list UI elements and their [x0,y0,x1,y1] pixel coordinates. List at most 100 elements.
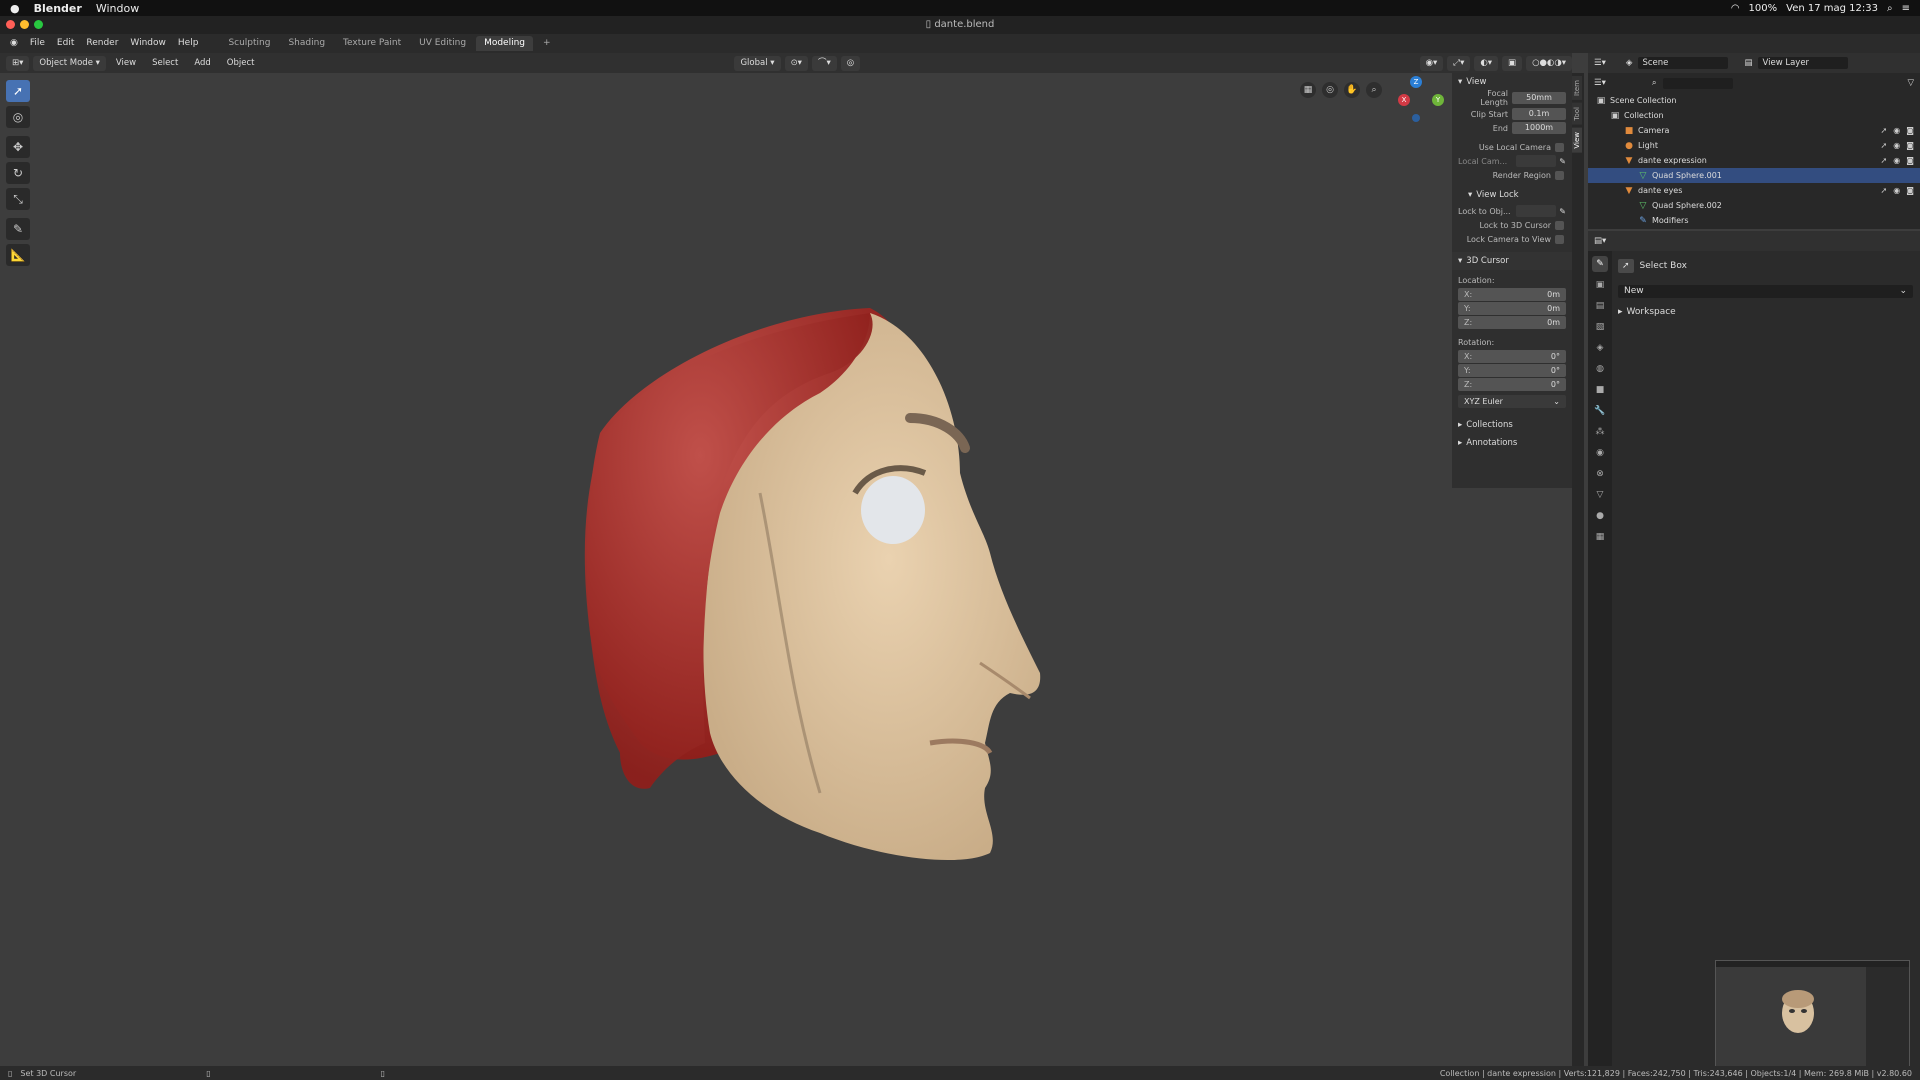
menu-help[interactable]: Help [172,34,205,53]
tab-texture-paint[interactable]: Texture Paint [335,36,409,51]
search-input[interactable] [1662,77,1733,89]
tab-view[interactable]: View [1572,127,1582,153]
gizmo-axis-y[interactable]: Y [1432,94,1444,106]
select-toggle-icon[interactable]: ➚ [1881,156,1888,165]
menu-render[interactable]: Render [80,34,124,53]
overlay-toggle-icon[interactable]: ◐▾ [1474,55,1499,71]
menu-file[interactable]: File [24,34,51,53]
select-toggle-icon[interactable]: ➚ [1881,186,1888,195]
world-tab-icon[interactable]: ◍ [1592,361,1608,377]
eyedropper-icon[interactable]: ✎ [1559,207,1566,216]
pivot-icon[interactable]: ⊙▾ [784,55,808,71]
proportional-edit-icon[interactable]: ◎ [840,55,861,71]
clock[interactable]: Ven 17 mag 12:33 [1786,3,1878,14]
zoom-window-button[interactable] [34,20,43,29]
workspace-section[interactable]: ▸ Workspace [1618,307,1676,317]
section-collections-header[interactable]: ▸ Collections [1452,416,1572,434]
object-tab-icon[interactable]: ■ [1592,382,1608,398]
camera-render-icon[interactable]: ◙ [1906,156,1914,165]
outliner-row[interactable]: ■ Camera ➚ ◉ ◙ [1588,123,1920,138]
focal-length-field[interactable]: 50mm [1512,92,1566,104]
camera-render-icon[interactable]: ◙ [1906,126,1914,135]
cursor-tool[interactable]: ◎ [6,106,30,128]
tab-modeling[interactable]: Modeling [476,36,534,51]
output-tab-icon[interactable]: ▤ [1592,298,1608,314]
close-window-button[interactable] [6,20,15,29]
toggle-camera-view-icon[interactable]: ▦ [1300,82,1316,98]
pan-hand-icon[interactable]: ✋ [1344,82,1360,98]
visibility-toggles[interactable]: ➚ ◉ ◙ [1881,186,1914,195]
outliner-row[interactable]: ▽ Quad Sphere.002 [1588,198,1920,213]
outliner-row[interactable]: ▼ dante eyes ➚ ◉ ◙ [1588,183,1920,198]
viewport-menu-add[interactable]: Add [188,58,216,68]
eye-icon[interactable]: ◉ [1893,126,1900,135]
editor-type-icon[interactable]: ▤▾ [1594,236,1606,246]
gizmo-axis-z[interactable]: Z [1410,76,1422,88]
orientation-dropdown[interactable]: Global ▾ [734,55,781,71]
clip-end-field[interactable]: 1000m [1512,122,1566,134]
eye-icon[interactable]: ◉ [1893,141,1900,150]
app-name[interactable]: Blender [34,2,82,15]
3d-viewport[interactable] [0,73,1452,1066]
eyedropper-icon[interactable]: ✎ [1559,157,1566,166]
snap-icon[interactable]: ⌒▾ [811,55,837,71]
xray-icon[interactable]: ▣ [1502,55,1523,71]
modifier-tab-icon[interactable]: 🔧 [1592,403,1608,419]
cursor-rotation-x[interactable]: X: 0° [1458,350,1566,363]
annotate-tool[interactable]: ✎ [6,218,30,240]
minimize-window-button[interactable] [20,20,29,29]
constraints-tab-icon[interactable]: ⊗ [1592,466,1608,482]
search-icon[interactable]: ⌕ [1887,3,1893,14]
cursor-rotation-z[interactable]: Z: 0° [1458,378,1566,391]
cursor-location-x[interactable]: X: 0m [1458,288,1566,301]
battery-percent[interactable]: 100% [1749,3,1778,14]
outliner-row[interactable]: ✎ Modifiers [1588,213,1920,228]
menu-edit[interactable]: Edit [51,34,80,53]
outliner-row[interactable]: ● Light ➚ ◉ ◙ [1588,138,1920,153]
visibility-toggles[interactable]: ➚ ◉ ◙ [1881,126,1914,135]
tool-tab-icon[interactable]: ✎ [1592,256,1608,272]
lock-object-field[interactable] [1516,205,1557,217]
mode-dropdown[interactable]: Object Mode ▾ [33,55,106,71]
select-toggle-icon[interactable]: ➚ [1881,141,1888,150]
section-annotations-header[interactable]: ▸ Annotations [1452,434,1572,452]
dante-head-model[interactable] [584,308,1041,861]
cursor-rotation-y[interactable]: Y: 0° [1458,364,1566,377]
viewport-menu-object[interactable]: Object [221,58,261,68]
viewport-canvas[interactable] [0,73,1452,1066]
scene-selector[interactable]: Scene [1638,57,1729,69]
wifi-icon[interactable]: ◠ [1731,3,1740,14]
cursor-location-y[interactable]: Y: 0m [1458,302,1566,315]
clip-start-field[interactable]: 0.1m [1512,108,1566,120]
add-workspace-icon[interactable]: + [535,36,559,51]
tab-uv-editing[interactable]: UV Editing [411,36,474,51]
cursor-location-z[interactable]: Z: 0m [1458,316,1566,329]
rotation-mode-dropdown[interactable]: XYZ Euler ⌄ [1458,395,1566,408]
workspace-dropdown[interactable]: New ⌄ [1618,285,1913,298]
camera-render-icon[interactable]: ◙ [1906,186,1914,195]
eye-icon[interactable]: ◉ [1893,156,1900,165]
camera-view-icon[interactable]: ◎ [1322,82,1338,98]
blender-logo-icon[interactable]: ◉ [4,34,24,53]
search-icon[interactable]: ⌕ [1652,78,1657,88]
section-view-lock-header[interactable]: ▾ View Lock [1452,186,1572,204]
rotate-tool[interactable]: ↻ [6,162,30,184]
select-box-tool[interactable]: ➚ [6,80,30,102]
tab-shading[interactable]: Shading [280,36,333,51]
visibility-toggles[interactable]: ➚ ◉ ◙ [1881,156,1914,165]
select-toggle-icon[interactable]: ➚ [1881,126,1888,135]
section-3d-cursor-header[interactable]: ▾ 3D Cursor [1452,252,1572,270]
material-tab-icon[interactable]: ● [1592,508,1608,524]
move-tool[interactable]: ✥ [6,136,30,158]
tab-sculpting[interactable]: Sculpting [220,36,278,51]
viewport-menu-select[interactable]: Select [146,58,184,68]
camera-render-icon[interactable]: ◙ [1906,141,1914,150]
scene-tab-icon[interactable]: ◈ [1592,340,1608,356]
render-tab-icon[interactable]: ▣ [1592,277,1608,293]
view-layer-tab-icon[interactable]: ▧ [1592,319,1608,335]
render-region-checkbox[interactable] [1555,170,1564,180]
mac-menu-window[interactable]: Window [96,2,139,15]
gizmo-axis-x[interactable]: X [1398,94,1410,106]
gizmo-axis-neg-z[interactable] [1412,114,1420,122]
visibility-toggles[interactable]: ➚ ◉ ◙ [1881,141,1914,150]
